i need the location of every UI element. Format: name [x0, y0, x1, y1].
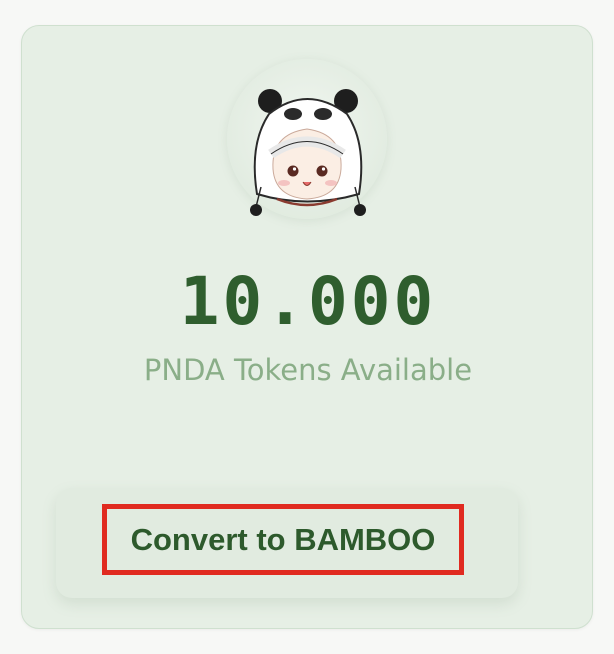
panda-hat-mascot-icon [250, 89, 366, 216]
token-balance-label: PNDA Tokens Available [143, 353, 473, 387]
convert-to-bamboo-button[interactable]: Convert to BAMBOO [102, 504, 464, 575]
avatar [227, 59, 387, 219]
token-balance: 10.000 [179, 263, 437, 340]
page: 10.000 PNDA Tokens Available Convert to … [0, 0, 614, 654]
token-card: 10.000 PNDA Tokens Available Convert to … [21, 25, 593, 629]
